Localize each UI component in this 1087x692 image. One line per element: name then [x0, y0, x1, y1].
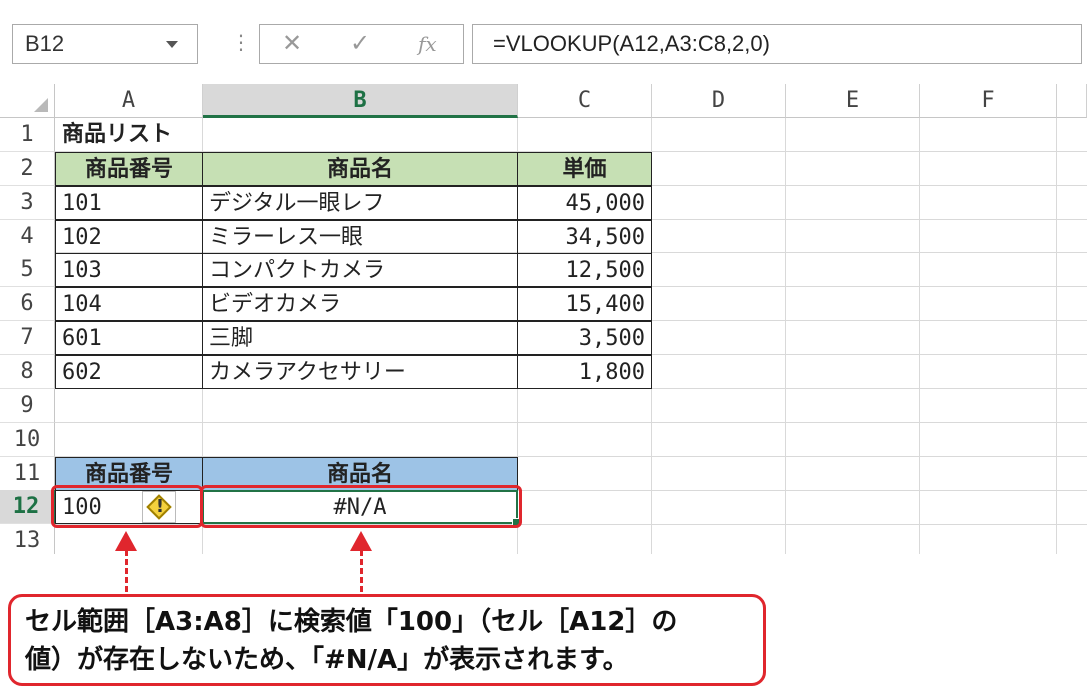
- formula-buttons: ✕ ✓ fx: [259, 24, 464, 64]
- callout-line-1: セル範囲［A3:A8］に検索値「100」（セル［A12］の: [25, 607, 678, 637]
- arrow-up-icon: [350, 531, 372, 551]
- cell-a6[interactable]: 104: [55, 287, 203, 321]
- cell-c3[interactable]: 45,000: [517, 186, 652, 220]
- row-header-6[interactable]: 6: [0, 287, 55, 321]
- column-header-d[interactable]: D: [652, 84, 786, 118]
- cell-a5[interactable]: 103: [55, 253, 203, 287]
- cell-b6[interactable]: ビデオカメラ: [202, 287, 518, 321]
- cell-c8[interactable]: 1,800: [517, 355, 652, 389]
- cell-c7[interactable]: 3,500: [517, 321, 652, 355]
- column-header-e[interactable]: E: [786, 84, 920, 118]
- highlight-b12: [200, 485, 522, 528]
- column-header-b[interactable]: B: [203, 84, 518, 118]
- arrow-up-icon: [115, 531, 137, 551]
- cell-b3[interactable]: デジタル一眼レフ: [202, 186, 518, 220]
- cell-c6[interactable]: 15,400: [517, 287, 652, 321]
- cell-b5[interactable]: コンパクトカメラ: [202, 253, 518, 287]
- select-all-corner[interactable]: [0, 84, 55, 118]
- row-header-12[interactable]: 12: [0, 490, 55, 524]
- select-all-triangle-icon: [34, 98, 48, 112]
- cell-a8[interactable]: 602: [55, 355, 203, 389]
- column-header-f[interactable]: F: [920, 84, 1057, 118]
- enter-icon[interactable]: ✓: [350, 29, 370, 57]
- worksheet-grid: A B C D E F 1 2 3 4 5 6 7 8 9 10 11 12 1…: [0, 84, 1087, 554]
- callout-line-2: 値）が存在しないため、「#N/A」が表示されます。: [25, 645, 629, 675]
- row-header-4[interactable]: 4: [0, 220, 55, 254]
- cell-a4[interactable]: 102: [55, 220, 203, 254]
- header-product-number[interactable]: 商品番号: [55, 152, 203, 186]
- header-unit-price[interactable]: 単価: [517, 152, 652, 186]
- column-header-c[interactable]: C: [518, 84, 652, 118]
- explanation-callout: セル範囲［A3:A8］に検索値「100」（セル［A12］の 値）が存在しないため…: [8, 594, 766, 686]
- arrow-line-b12: [360, 550, 363, 592]
- cancel-icon[interactable]: ✕: [282, 29, 302, 57]
- cell-b7[interactable]: 三脚: [202, 321, 518, 355]
- chevron-down-icon[interactable]: [166, 41, 178, 48]
- row-header-3[interactable]: 3: [0, 186, 55, 220]
- formula-input[interactable]: =VLOOKUP(A12,A3:C8,2,0): [472, 24, 1082, 64]
- row-header-5[interactable]: 5: [0, 253, 55, 287]
- header-product-name[interactable]: 商品名: [202, 152, 518, 186]
- row-header-10[interactable]: 10: [0, 423, 55, 457]
- formula-text: =VLOOKUP(A12,A3:C8,2,0): [493, 31, 770, 56]
- cell-a3[interactable]: 101: [55, 186, 203, 220]
- row-header-9[interactable]: 9: [0, 389, 55, 423]
- column-header-g[interactable]: [1057, 84, 1087, 118]
- highlight-a12: [51, 485, 203, 528]
- row-header-2[interactable]: 2: [0, 152, 55, 186]
- cell-c5[interactable]: 12,500: [517, 253, 652, 287]
- row-header-1[interactable]: 1: [0, 118, 55, 152]
- table-title[interactable]: 商品リスト: [62, 118, 312, 152]
- row-header-11[interactable]: 11: [0, 457, 55, 491]
- arrow-line-a12: [125, 550, 128, 592]
- name-box[interactable]: B12: [12, 24, 198, 64]
- cell-c4[interactable]: 34,500: [517, 220, 652, 254]
- insert-function-icon[interactable]: fx: [418, 32, 437, 56]
- more-options-icon[interactable]: ⋮: [231, 30, 251, 54]
- cell-b4[interactable]: ミラーレス一眼: [202, 220, 518, 254]
- column-header-a[interactable]: A: [55, 84, 203, 118]
- row-header-7[interactable]: 7: [0, 321, 55, 355]
- cell-b8[interactable]: カメラアクセサリー: [202, 355, 518, 389]
- formula-bar: B12 ⋮ ✕ ✓ fx =VLOOKUP(A12,A3:C8,2,0): [0, 0, 1087, 84]
- name-box-value: B12: [25, 31, 65, 56]
- cell-a7[interactable]: 601: [55, 321, 203, 355]
- row-header-13[interactable]: 13: [0, 524, 55, 554]
- row-header-8[interactable]: 8: [0, 355, 55, 389]
